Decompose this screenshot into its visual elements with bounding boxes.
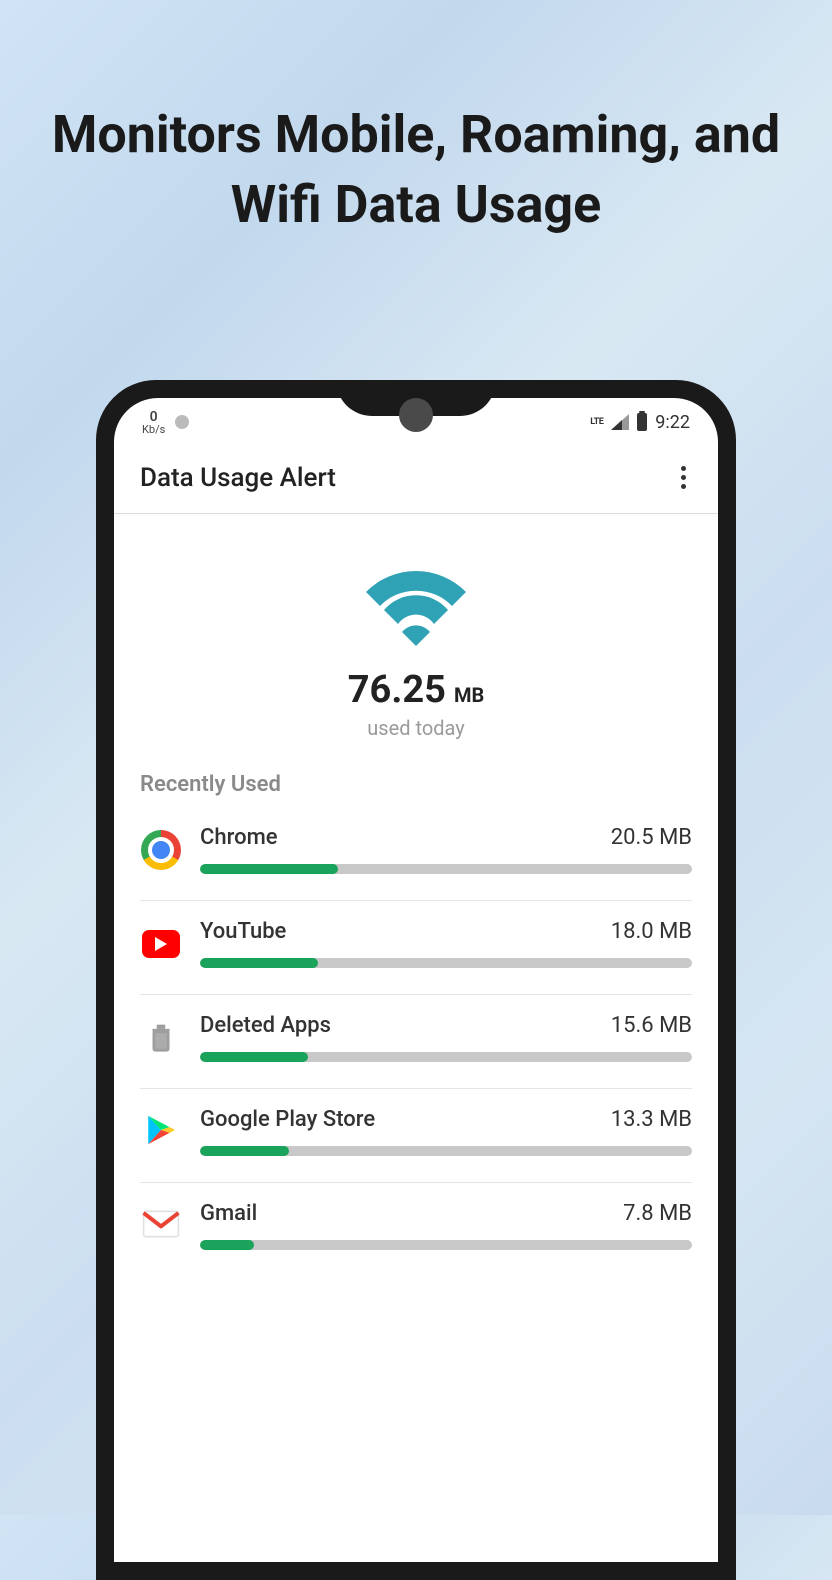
usage-bar (200, 1052, 692, 1062)
total-usage-unit: MB (454, 683, 484, 707)
app-usage-value: 7.8 MB (623, 1201, 692, 1226)
list-item[interactable]: Deleted Apps 15.6 MB (140, 995, 692, 1089)
app-usage-list: Chrome 20.5 MB YouTube 18.0 MB Deleted Apps 1… (114, 807, 718, 1276)
battery-icon (637, 413, 647, 431)
marketing-headline: Monitors Mobile, Roaming, and Wifi Data … (0, 0, 832, 240)
youtube-icon (142, 930, 180, 958)
trash-icon (144, 1017, 178, 1059)
speed-indicator: 0 Kb/s (142, 410, 165, 435)
phone-screen: 0 Kb/s LTE 9:22 Data Usage Alert (114, 398, 718, 1562)
app-usage-value: 15.6 MB (611, 1013, 692, 1038)
phone-notch (336, 380, 496, 416)
list-item[interactable]: Gmail 7.8 MB (140, 1183, 692, 1276)
app-usage-value: 13.3 MB (611, 1107, 692, 1132)
usage-bar (200, 864, 692, 874)
play-store-icon (144, 1111, 178, 1153)
list-item[interactable]: YouTube 18.0 MB (140, 901, 692, 995)
clock: 9:22 (655, 412, 690, 433)
app-usage-value: 20.5 MB (611, 825, 692, 850)
list-item[interactable]: Google Play Store 13.3 MB (140, 1089, 692, 1183)
list-item[interactable]: Chrome 20.5 MB (140, 807, 692, 901)
usage-bar (200, 958, 692, 968)
signal-icon (611, 414, 629, 430)
app-usage-value: 18.0 MB (611, 919, 692, 944)
app-name: Deleted Apps (200, 1013, 331, 1038)
wifi-icon (356, 562, 476, 656)
speed-unit: Kb/s (142, 424, 165, 435)
total-usage-subtitle: used today (114, 716, 718, 740)
status-right: LTE 9:22 (590, 412, 690, 433)
network-label: LTE (590, 417, 603, 427)
usage-summary: 76.25 MB used today (114, 514, 718, 764)
overflow-menu-button[interactable] (675, 460, 692, 495)
phone-frame: 0 Kb/s LTE 9:22 Data Usage Alert (96, 380, 736, 1580)
app-name: Gmail (200, 1201, 257, 1226)
usage-bar (200, 1146, 692, 1156)
speed-value: 0 (142, 410, 165, 424)
app-name: YouTube (200, 919, 286, 944)
page-title: Data Usage Alert (140, 463, 336, 493)
total-usage-value: 76.25 (348, 668, 446, 712)
usage-bar (200, 1240, 692, 1250)
chrome-icon (141, 830, 181, 870)
app-name: Chrome (200, 825, 278, 850)
status-left: 0 Kb/s (142, 410, 189, 435)
gmail-icon (142, 1209, 180, 1243)
section-title: Recently Used (114, 764, 718, 807)
app-name: Google Play Store (200, 1107, 375, 1132)
status-dot-icon (175, 415, 189, 429)
app-bar: Data Usage Alert (114, 446, 718, 514)
